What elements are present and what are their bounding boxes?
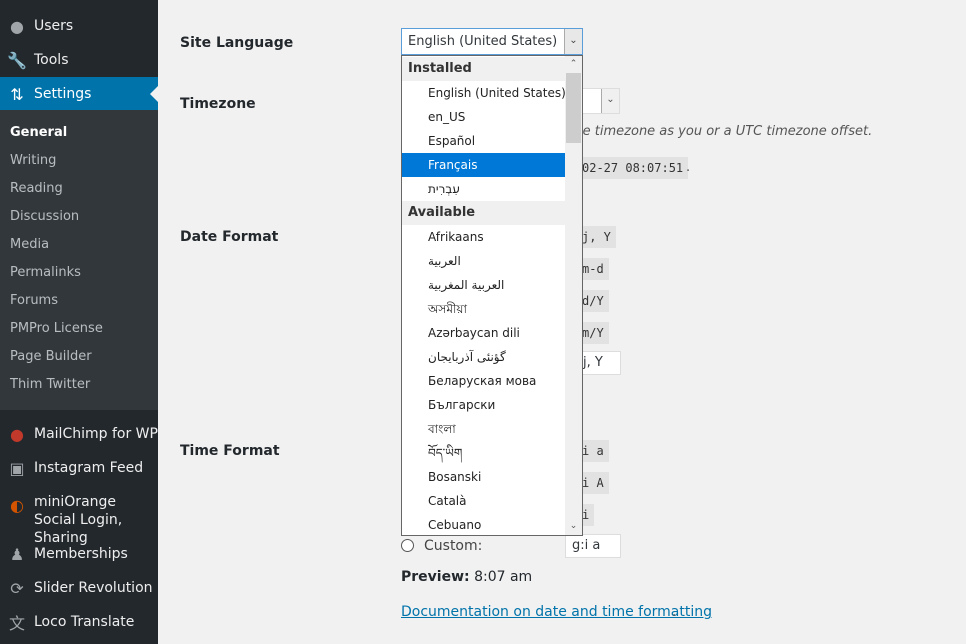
chevron-up-icon[interactable]: ⌃: [565, 56, 582, 73]
menu-label: MailChimp for WP: [34, 426, 158, 442]
option-english-us[interactable]: English (United States): [402, 81, 566, 105]
optgroup-available: Available: [402, 201, 565, 225]
menu-slider-revolution[interactable]: ⟳ Slider Revolution: [0, 571, 158, 605]
preview-label: Preview:: [401, 569, 470, 585]
chevron-down-icon: ⌄: [601, 89, 619, 113]
time-custom-input[interactable]: g:i a: [565, 534, 621, 558]
menu-label: Tools: [34, 52, 69, 68]
menu-users[interactable]: ● Users: [0, 9, 158, 43]
site-language-select[interactable]: English (United States) ⌄: [401, 28, 583, 55]
site-language-label: Site Language: [180, 35, 294, 51]
menu-miniorange[interactable]: ◐ miniOrange Social Login, Sharing: [0, 493, 158, 546]
menu-memberships[interactable]: ♟ Memberships: [0, 537, 158, 571]
mailchimp-icon: ●: [10, 424, 24, 444]
camera-icon: ▣: [9, 458, 25, 478]
option-assamese[interactable]: অসমীয়া: [402, 297, 565, 321]
menu-mailchimp[interactable]: ● MailChimp for WP: [0, 417, 158, 451]
timezone-hint: me timezone as you or a UTC timezone off…: [570, 124, 873, 139]
utc-period: .: [686, 160, 691, 175]
menu-label: Slider Revolution: [34, 580, 153, 596]
submenu-pmpro-license[interactable]: PMPro License: [10, 321, 103, 336]
user-icon: ●: [10, 16, 24, 36]
optgroup-installed: Installed: [402, 57, 565, 81]
language-dropdown-list[interactable]: Installed English (United States) en_US …: [401, 55, 583, 536]
translate-icon: 文: [8, 614, 25, 633]
documentation-link[interactable]: Documentation on date and time formattin…: [401, 604, 712, 620]
settings-submenu: General Writing Reading Discussion Media…: [0, 110, 158, 410]
submenu-page-builder[interactable]: Page Builder: [10, 349, 92, 364]
preview-value: 8:07 am: [474, 569, 533, 585]
option-south-azerbaijani[interactable]: گؤنئی آذربایجان: [402, 345, 565, 369]
submenu-forums[interactable]: Forums: [10, 293, 58, 308]
option-afrikaans[interactable]: Afrikaans: [402, 225, 565, 249]
menu-settings[interactable]: ⇅ Settings: [0, 77, 158, 111]
option-cebuano[interactable]: Cebuano: [402, 513, 565, 535]
utc-time: 02-27 08:07:51: [570, 157, 689, 179]
menu-instagram-feed[interactable]: ▣ Instagram Feed: [0, 451, 158, 485]
submenu-writing[interactable]: Writing: [10, 153, 56, 168]
option-catala[interactable]: Català: [402, 489, 565, 513]
refresh-icon: ⟳: [10, 578, 24, 598]
submenu-discussion[interactable]: Discussion: [10, 209, 79, 224]
option-bulgarian[interactable]: Български: [402, 393, 565, 417]
date-format-label: Date Format: [180, 229, 279, 245]
doc-period: .: [672, 604, 677, 620]
site-language-value: English (United States): [408, 34, 558, 49]
time-format-label: Time Format: [180, 443, 280, 459]
menu-label: Memberships: [34, 546, 128, 562]
menu-label: Loco Translate: [34, 614, 135, 630]
menu-loco-translate[interactable]: 文 Loco Translate: [0, 605, 158, 639]
preview: Preview: 8:07 am: [401, 569, 532, 585]
chevron-down-icon: ⌄: [564, 29, 582, 54]
scrollbar-thumb[interactable]: [566, 73, 581, 143]
groups-icon: ♟: [9, 544, 25, 564]
menu-tools[interactable]: 🔧 Tools: [0, 43, 158, 77]
time-custom-label: Custom:: [424, 538, 483, 554]
option-bosanski[interactable]: Bosanski: [402, 465, 565, 489]
miniorange-icon: ◐: [10, 495, 24, 515]
time-custom-radio[interactable]: [401, 539, 414, 552]
option-moroccan-arabic[interactable]: العربية المغربية: [402, 273, 565, 297]
menu-label: Users: [34, 18, 74, 34]
wrench-icon: 🔧: [7, 50, 27, 70]
option-arabic[interactable]: العربية: [402, 249, 565, 273]
option-hebrew[interactable]: עִבְרִית: [402, 177, 565, 201]
settings-icon: ⇅: [10, 84, 24, 104]
chevron-down-icon[interactable]: ⌄: [565, 518, 582, 535]
submenu-thim-twitter[interactable]: Thim Twitter: [10, 377, 90, 392]
option-espanol[interactable]: Español: [402, 129, 565, 153]
option-tibetan[interactable]: བོད་ཡིག: [402, 441, 565, 465]
option-en-us[interactable]: en_US: [402, 105, 565, 129]
admin-sidebar: ● Users 🔧 Tools ⇅ Settings General Writi…: [0, 0, 158, 644]
submenu-media[interactable]: Media: [10, 237, 49, 252]
option-belarusian[interactable]: Беларуская мова: [402, 369, 565, 393]
submenu-reading[interactable]: Reading: [10, 181, 63, 196]
option-francais[interactable]: Français: [402, 153, 565, 177]
option-bengali[interactable]: বাংলা: [402, 417, 565, 441]
menu-label: Instagram Feed: [34, 460, 144, 476]
option-azerbaijani[interactable]: Azərbaycan dili: [402, 321, 565, 345]
submenu-permalinks[interactable]: Permalinks: [10, 265, 81, 280]
submenu-general[interactable]: General: [10, 125, 67, 140]
menu-label: Settings: [34, 86, 92, 102]
dropdown-scrollbar[interactable]: ⌃ ⌄: [565, 56, 582, 535]
timezone-label: Timezone: [180, 96, 256, 112]
